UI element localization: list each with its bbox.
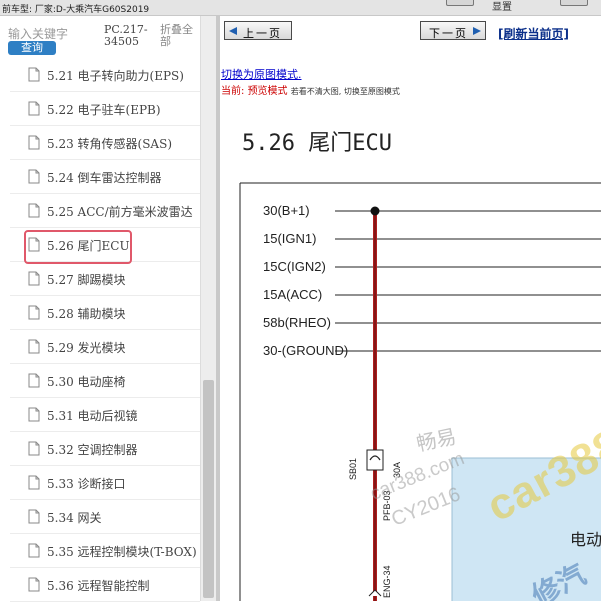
toc-item-label: 5.24 倒车雷达控制器 (47, 171, 162, 185)
current-mode: 预览模式 (247, 86, 288, 97)
document-icon (28, 441, 40, 456)
toolbar-label: 显置 (492, 2, 512, 13)
arrow-right-icon (473, 27, 481, 35)
toc-item-label: 5.34 网关 (47, 511, 102, 525)
module-label: 电动 (570, 530, 601, 549)
toc-panel: 输入关键字 查询 PC.217-34505 折叠全部 5.21 电子转向助力(E… (0, 16, 216, 602)
document-icon (28, 67, 40, 82)
keyword-input-label[interactable]: 输入关键字 (8, 25, 68, 42)
toc-item[interactable]: 5.31 电动后视镜 (10, 398, 200, 432)
prev-page-button[interactable]: 上一页 (224, 21, 292, 40)
toc-item[interactable]: 5.27 脚踢模块 (10, 262, 200, 296)
toc-item-label: 5.32 空调控制器 (47, 443, 138, 457)
toc-item-label: 5.25 ACC/前方毫米波雷达 (47, 205, 193, 219)
signal-label: 15C(IGN2) (263, 259, 326, 274)
toc-item-label: 5.33 诊断接口 (47, 477, 126, 491)
document-icon (28, 169, 40, 184)
toc-item[interactable]: 5.23 转角传感器(SAS) (10, 126, 200, 160)
query-button[interactable]: 查询 (8, 41, 56, 55)
toc-item[interactable]: 5.22 电子驻车(EPB) (10, 92, 200, 126)
toc-item-label: 5.27 脚踢模块 (47, 273, 126, 287)
current-mode-line: 当前: 预览模式 若看不清大图, 切换至原图模式 (221, 82, 400, 97)
document-icon (28, 271, 40, 286)
document-icon (28, 543, 40, 558)
toc-item[interactable]: 5.34 网关 (10, 500, 200, 534)
fold-all-link[interactable]: 折叠全部 (160, 24, 200, 48)
signal-label: 30(B+1) (263, 203, 310, 218)
document-icon (28, 509, 40, 524)
document-icon (28, 339, 40, 354)
signal-label: 15A(ACC) (263, 287, 323, 302)
next-page-button[interactable]: 下一页 (420, 21, 486, 40)
toc-item[interactable]: 5.33 诊断接口 (10, 466, 200, 500)
toc-item[interactable]: 5.30 电动座椅 (10, 364, 200, 398)
document-icon (28, 373, 40, 388)
toc-item-label: 5.23 转角传感器(SAS) (47, 137, 173, 151)
document-number: PC.217-34505 (104, 23, 148, 48)
signal-label: 30-(GROUND) (263, 343, 349, 358)
toc-item[interactable]: 5.29 发光模块 (10, 330, 200, 364)
arrow-left-icon (229, 27, 237, 35)
toc-item-label: 5.35 远程控制模块(T-BOX) (47, 545, 197, 559)
toc-item[interactable]: 5.25 ACC/前方毫米波雷达 (10, 194, 200, 228)
toc-item[interactable]: 5.36 远程智能控制 (10, 568, 200, 602)
toc-item[interactable]: 5.35 远程控制模块(T-BOX) (10, 534, 200, 568)
toc-item-label: 5.21 电子转向助力(EPS) (47, 69, 184, 83)
scrollbar-thumb[interactable] (203, 380, 214, 598)
vehicle-info: 前车型: 厂家:D-大乘汽车G60S2019 (2, 5, 150, 15)
toc-item[interactable]: 5.28 辅助模块 (10, 296, 200, 330)
fuse-id-label: SB01 (348, 457, 358, 480)
document-icon (28, 577, 40, 592)
toc-item-label: 5.31 电动后视镜 (47, 409, 138, 423)
document-icon (28, 475, 40, 490)
viewer-panel: 上一页 下一页 [刷新当前页] 切换为原图模式. 当前: 预览模式 若看不清大图… (216, 16, 601, 601)
toolbar-button[interactable] (446, 0, 474, 6)
toc-item-label: 5.30 电动座椅 (47, 375, 126, 389)
refresh-page-link[interactable]: [刷新当前页] (498, 25, 569, 42)
connector-arrow-icon (368, 589, 382, 597)
prev-page-label: 上一页 (243, 27, 282, 40)
toc-item[interactable]: 5.26 尾门ECU (10, 228, 200, 264)
search-area: 输入关键字 查询 PC.217-34505 折叠全部 (0, 16, 200, 64)
toc-item[interactable]: 5.24 倒车雷达控制器 (10, 160, 200, 194)
toc-scrollbar[interactable] (200, 16, 216, 601)
toc-item-label: 5.36 远程智能控制 (47, 579, 150, 593)
current-hint: 若看不清大图, 切换至原图模式 (290, 87, 400, 96)
toolbar-button[interactable] (560, 0, 588, 6)
wire-code-label-2: ENG-34 (382, 565, 392, 598)
document-icon (28, 101, 40, 116)
toc-item[interactable]: 5.21 电子转向助力(EPS) (10, 64, 200, 92)
document-icon (28, 407, 40, 422)
toc-item-label: 5.28 辅助模块 (47, 307, 126, 321)
current-prefix: 当前: (221, 86, 245, 97)
document-icon (28, 135, 40, 150)
toc-item-label: 5.29 发光模块 (47, 341, 126, 355)
document-icon (28, 203, 40, 218)
signal-label: 15(IGN1) (263, 231, 317, 246)
wiring-diagram: 5.26 尾门ECU 30(B+1) 15(IGN1) 15C(IGN2) 15A(A… (220, 106, 601, 601)
document-icon (28, 305, 40, 320)
junction-dot (370, 206, 380, 216)
toc-item-label: 5.22 电子驻车(EPB) (47, 103, 161, 117)
top-info-bar: 前车型: 厂家:D-大乘汽车G60S2019 显置 (0, 0, 601, 16)
signal-label: 58b(RHEO) (263, 315, 331, 330)
toc-list: 5.21 电子转向助力(EPS) 5.22 电子驻车(EPB) 5.23 转角传感器… (10, 64, 200, 602)
fuse-box (366, 449, 384, 471)
next-page-label: 下一页 (429, 27, 468, 40)
toc-item[interactable]: 5.32 空调控制器 (10, 432, 200, 466)
switch-original-mode-link[interactable]: 切换为原图模式. (221, 66, 302, 82)
selected-item-highlight (24, 230, 132, 264)
